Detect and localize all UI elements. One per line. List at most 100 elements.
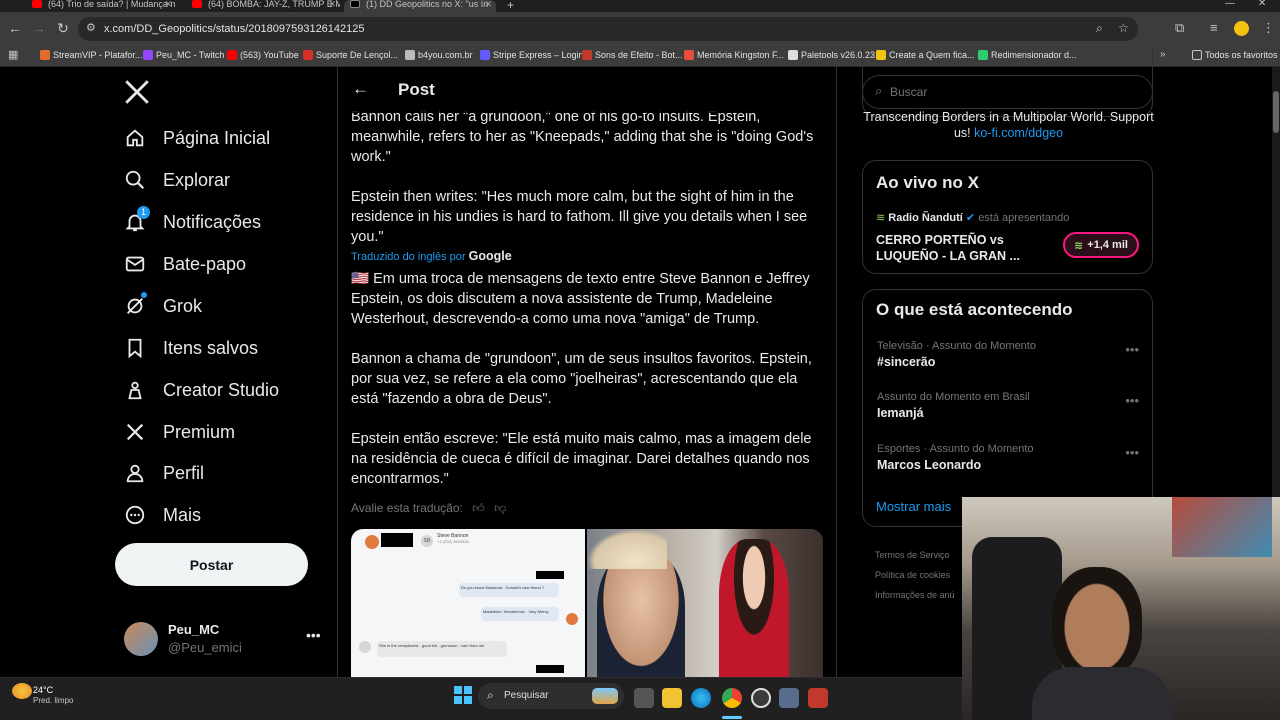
new-tab-icon[interactable]: +	[507, 0, 514, 12]
taskbar-search[interactable]: ⌕ Pesquisar	[478, 683, 624, 709]
footer-links: Termos de Serviço Política de cookies In…	[875, 545, 955, 605]
account-switcher[interactable]: Peu_MC @Peu_emici •••	[124, 619, 324, 659]
bookmark-item[interactable]: Memória Kingston F...	[684, 50, 784, 60]
reload-icon[interactable]: ↻	[55, 20, 71, 37]
windows-taskbar: 24°C Pred. limpo ⌕ Pesquisar	[0, 677, 962, 720]
media-icon[interactable]: ≡	[1210, 20, 1218, 35]
nav-label: Bate-papo	[163, 253, 247, 274]
folder-icon	[1192, 50, 1202, 60]
tab-title: (1) DD Geopolitics no X: "us ín	[366, 0, 489, 9]
bookmark-item[interactable]: Suporte De Lençol...	[303, 50, 398, 60]
close-tab-icon[interactable]: ✕	[328, 0, 336, 9]
browser-tab-active[interactable]: (1) DD Geopolitics no X: "us ín ✕	[344, 0, 496, 12]
search-input[interactable]: ⌕ Buscar	[862, 75, 1153, 109]
task-view-icon[interactable]	[634, 688, 654, 708]
original-paragraph: Epstein then writes: "Hes much more calm…	[351, 189, 808, 245]
browser-tab[interactable]: (64) Trio de saída? | Mudança n ✕	[26, 0, 176, 12]
more-dots-icon[interactable]: •••	[306, 627, 321, 643]
bookmark-favicon-icon	[480, 50, 490, 60]
promo-link[interactable]: ko-fi.com/ddgeo	[974, 126, 1063, 140]
close-tab-icon[interactable]: ✕	[484, 0, 492, 9]
bookmark-item[interactable]: (563) YouTube	[227, 50, 299, 60]
post-button[interactable]: Postar	[115, 543, 308, 586]
nav-premium[interactable]: Premium	[123, 417, 235, 447]
file-explorer-icon[interactable]	[662, 688, 682, 708]
x-logo-icon[interactable]	[124, 79, 150, 105]
bookmark-item[interactable]: b4you.com.br	[405, 50, 473, 60]
bell-icon: 1	[123, 206, 150, 234]
footer-link[interactable]: Termos de Serviço	[875, 545, 955, 565]
nav-more[interactable]: Mais	[123, 500, 201, 530]
nav-bookmarks[interactable]: Itens salvos	[123, 333, 258, 363]
bookmark-item[interactable]: Peu_MC - Twitch	[143, 50, 224, 60]
chat-screenshot-image[interactable]: SB Steve Bannon +1 (202) 3849536 Do you …	[351, 529, 585, 677]
more-bookmarks-icon[interactable]: »	[1160, 49, 1166, 60]
live-show-title[interactable]: CERRO PORTEÑO vs LUQUEÑO - LA GRAN ...	[876, 232, 1036, 264]
edge-icon[interactable]	[691, 688, 711, 708]
live-listeners-pill[interactable]: ≋ +1,4 mil	[1063, 232, 1139, 258]
footer-link[interactable]: Política de cookies	[875, 565, 955, 585]
footer-link[interactable]: Informações de anú	[875, 585, 955, 605]
obs-icon[interactable]	[751, 688, 771, 708]
scrollbar-thumb[interactable]	[1273, 91, 1279, 133]
nav-home[interactable]: Página Inicial	[123, 123, 270, 153]
chat-bubble: Do you know Manamar - Donald's new frien…	[459, 583, 559, 597]
thumbs-down-icon[interactable]: 👎︎	[494, 501, 506, 515]
trend-item[interactable]: Assunto do Momento em Brasil Iemanjá •••	[877, 391, 1147, 420]
live-host-row[interactable]: ≋ Radio Ñandutí ✔ está apresentando	[876, 211, 1069, 224]
nav-explore[interactable]: Explorar	[123, 165, 230, 195]
profile-avatar-icon[interactable]	[1234, 21, 1249, 36]
nav-grok[interactable]: Grok	[123, 291, 202, 321]
live-host-name: Radio Ñandutí	[888, 212, 963, 224]
webcam-overlay	[962, 497, 1280, 720]
nav-notifications[interactable]: 1 Notificações	[123, 206, 261, 237]
chrome-icon[interactable]	[722, 688, 742, 708]
trend-item[interactable]: Esportes · Assunto do Momento Marcos Leo…	[877, 443, 1147, 472]
bookmark-favicon-icon	[684, 50, 694, 60]
nav-chat[interactable]: Bate-papo	[123, 249, 246, 279]
bookmark-item[interactable]: Sons de Efeito - Bot...	[582, 50, 683, 60]
person-silhouette	[719, 539, 789, 677]
bookmark-favicon-icon	[303, 50, 313, 60]
browser-tab[interactable]: (64) BOMBA: JAY-Z, TRUMP E M ✕	[186, 0, 340, 12]
extensions-icon[interactable]: ⧉	[1175, 20, 1184, 36]
site-info-icon[interactable]: ⚙	[86, 21, 96, 34]
weather-temp[interactable]: 24°C	[33, 685, 53, 695]
windows-start-icon[interactable]	[454, 686, 472, 704]
google-logo: Google	[468, 249, 512, 263]
close-tab-icon[interactable]: ✕	[164, 0, 172, 9]
grok-dot	[141, 292, 147, 298]
photo-image[interactable]	[587, 529, 823, 677]
star-icon[interactable]: ☆	[1118, 21, 1129, 35]
nav-creator-studio[interactable]: Creator Studio	[123, 375, 279, 405]
back-arrow-icon[interactable]: ←	[352, 79, 369, 99]
back-icon[interactable]: ←	[7, 20, 23, 36]
wall-poster	[1172, 497, 1272, 557]
more-dots-icon[interactable]: •••	[1125, 445, 1139, 460]
promo-text: Transcending Borders in a Multipolar Wor…	[863, 110, 1154, 140]
forward-icon[interactable]: →	[31, 20, 47, 36]
settings-icon[interactable]	[779, 688, 799, 708]
nav-label: Creator Studio	[163, 379, 280, 400]
close-window-icon[interactable]: ✕	[1258, 0, 1266, 9]
weather-desc[interactable]: Pred. limpo	[33, 696, 73, 705]
bookmark-item[interactable]: Stripe Express – Login	[480, 50, 584, 60]
zoom-icon[interactable]: ⌕	[1096, 21, 1103, 36]
url-bar[interactable]: ⚙ x.com/DD_Geopolitics/status/2018097593…	[78, 17, 1138, 41]
apps-grid-icon[interactable]: ▦	[8, 48, 18, 61]
menu-icon[interactable]: ⋮	[1262, 20, 1275, 36]
creator-icon	[123, 378, 147, 402]
tab-title: (64) BOMBA: JAY-Z, TRUMP E M	[208, 0, 340, 9]
app-icon[interactable]	[808, 688, 828, 708]
bookmark-item[interactable]: StreamVIP - Platafor...	[40, 50, 142, 60]
home-icon	[123, 126, 147, 150]
all-bookmarks[interactable]: Todos os favoritos	[1192, 50, 1278, 60]
translated-by[interactable]: Traduzido do inglês por Google	[351, 249, 512, 263]
nav-profile[interactable]: Perfil	[123, 458, 204, 488]
trend-item[interactable]: Televisão · Assunto do Momento #sincerão…	[877, 340, 1147, 369]
show-more-link[interactable]: Mostrar mais	[876, 499, 951, 514]
more-dots-icon[interactable]: •••	[1125, 393, 1139, 408]
more-dots-icon[interactable]: •••	[1125, 342, 1139, 357]
thumbs-up-icon[interactable]: 👍︎	[472, 501, 485, 515]
minimize-icon[interactable]: —	[1225, 0, 1235, 9]
